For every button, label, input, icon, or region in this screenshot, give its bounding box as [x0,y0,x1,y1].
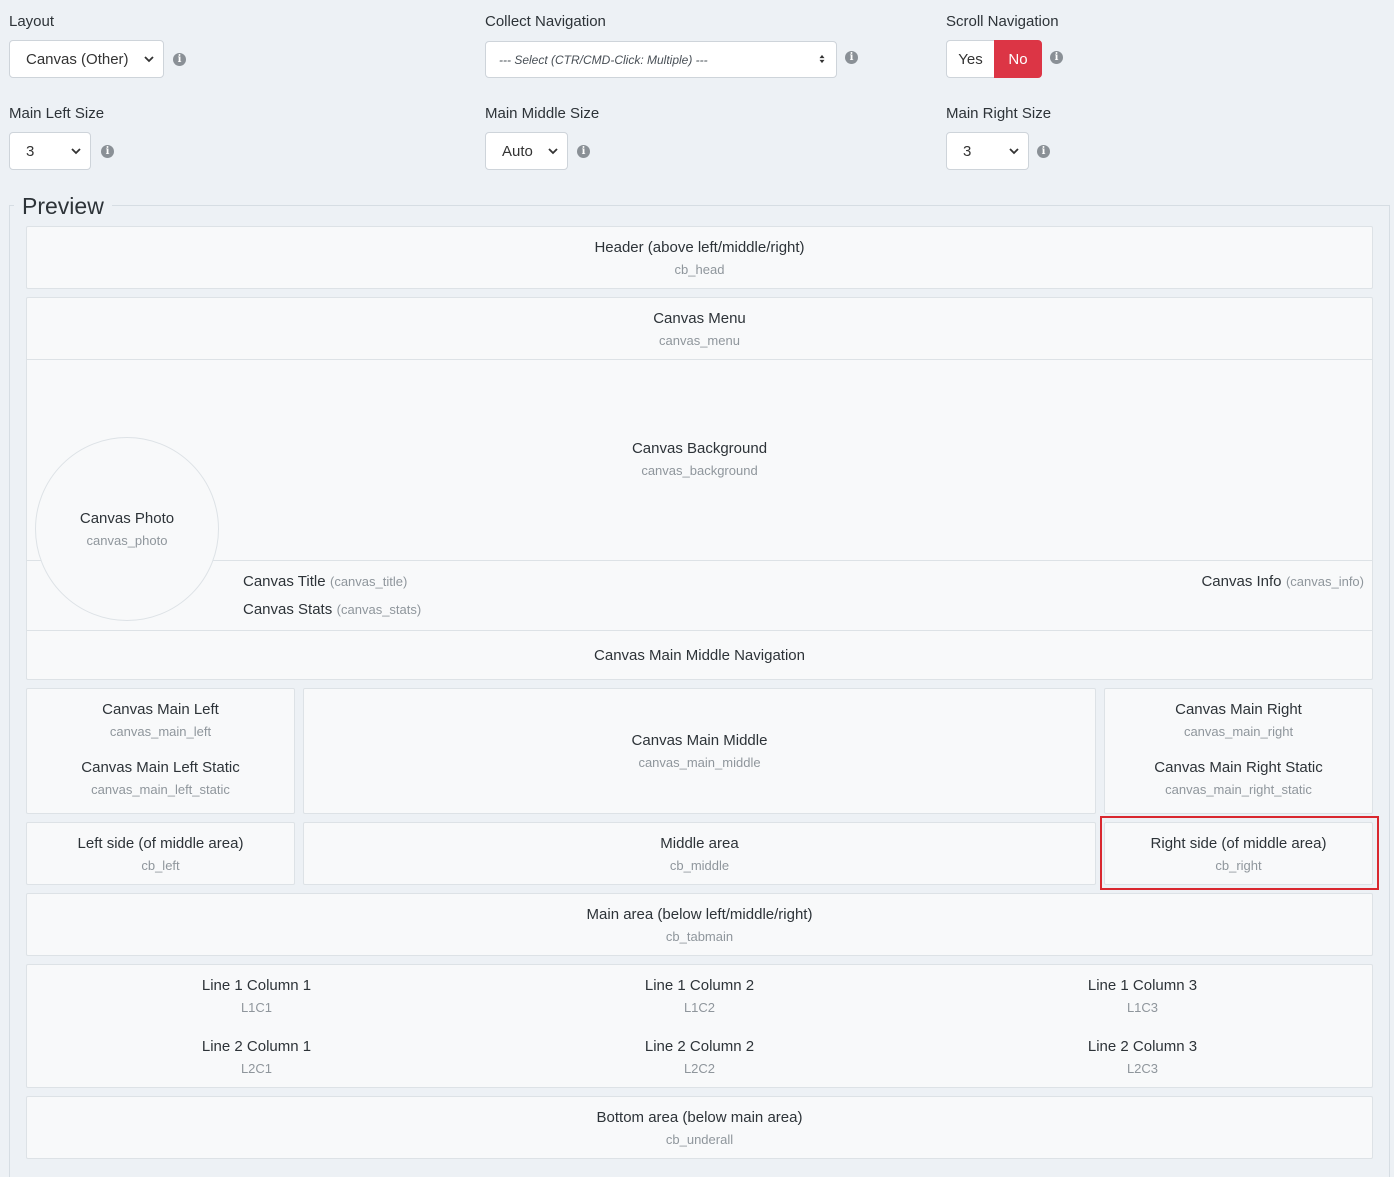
main-left-size-value: 3 [26,142,35,160]
info-icon[interactable]: i [101,145,114,158]
info-icon[interactable]: i [845,51,858,64]
canvas-main-middle-sub: canvas_main_middle [638,755,761,770]
right-side-title: Right side (of middle area) [1150,835,1327,852]
header-area: Header (above left/middle/right) cb_head [26,226,1373,289]
left-side-sub: cb_left [141,858,180,873]
canvas-main-right-static-sub: canvas_main_right_static [1165,782,1312,797]
canvas-info: Canvas Info (canvas_info) [1201,573,1364,591]
main-left-size-select[interactable]: 3 [9,132,91,170]
canvas-main-left-sub: canvas_main_left [109,724,212,739]
middle-area-title: Middle area [660,835,739,852]
grid-cell-title: Line 2 Column 3 [1087,1038,1198,1055]
main-middle-size-label: Main Middle Size [485,105,600,122]
canvas-main-left-static-sub: canvas_main_left_static [91,782,230,797]
info-icon[interactable]: i [173,53,186,66]
canvas-photo-title: Canvas Photo [79,510,175,527]
canvas-main-left-title: Canvas Main Left [102,701,219,718]
header-area-sub: cb_head [674,262,725,277]
grid-cell-title: Line 1 Column 3 [1087,977,1198,994]
layout-select[interactable]: Canvas (Other) [9,40,164,78]
chevron-down-icon [71,148,81,155]
main-area-title: Main area (below left/middle/right) [586,906,813,923]
middle-area: Middle area cb_middle [303,822,1096,885]
canvas-main-middle-navigation-title: Canvas Main Middle Navigation [594,647,805,664]
canvas-menu-sub: canvas_menu [659,333,740,348]
grid-cell-l2c3: Line 2 Column 3 L2C3 [913,1026,1372,1088]
info-icon[interactable]: i [1037,145,1050,158]
grid-cell-sub: L2C1 [240,1061,273,1076]
canvas-title-label: Canvas Title [243,573,326,590]
canvas-main-left: Canvas Main Left canvas_main_left Canvas… [26,688,295,814]
collect-navigation-select[interactable]: --- Select (CTR/CMD-Click: Multiple) --- [485,41,837,78]
canvas-stats-label: Canvas Stats [243,601,333,618]
canvas-main-right-title: Canvas Main Right [1175,701,1302,718]
line-column-grid: Line 1 Column 1 L1C1 Line 1 Column 2 L1C2 … [26,964,1373,1088]
main-left-size-label: Main Left Size [9,105,105,122]
canvas-menu: Canvas Menu canvas_menu [27,298,1372,360]
canvas-photo-sub: canvas_photo [86,533,168,548]
grid-cell-sub: L1C1 [240,1000,273,1015]
bottom-area: Bottom area (below main area) cb_underal… [26,1096,1373,1159]
canvas-menu-title: Canvas Menu [653,310,746,327]
canvas-main-right-static-title: Canvas Main Right Static [1154,759,1323,776]
chevron-down-icon [144,56,154,63]
grid-cell-title: Line 2 Column 1 [201,1038,312,1055]
grid-cell-title: Line 2 Column 2 [644,1038,755,1055]
canvas-photo: Canvas Photo canvas_photo [35,437,219,621]
canvas-stats-sub: (canvas_stats) [336,602,422,617]
canvas-main-middle-navigation: Canvas Main Middle Navigation [27,630,1372,680]
grid-cell-sub: L1C3 [1126,1000,1159,1015]
bottom-area-sub: cb_underall [665,1132,734,1147]
canvas-title-sub: (canvas_title) [330,574,408,589]
canvas-background-title: Canvas Background [631,440,768,457]
canvas-background-sub: canvas_background [641,463,758,478]
collect-navigation-select-value: --- Select (CTR/CMD-Click: Multiple) --- [499,52,708,67]
collect-navigation-label: Collect Navigation [485,13,606,30]
info-icon[interactable]: i [577,145,590,158]
canvas-main-right: Canvas Main Right canvas_main_right Canv… [1104,688,1373,814]
layout-label: Layout [9,13,55,30]
preview-legend: Preview [14,193,112,220]
info-icon[interactable]: i [1050,51,1063,64]
chevron-down-icon [1009,148,1019,155]
scroll-navigation-yes-button[interactable]: Yes [946,40,994,78]
scroll-navigation-label: Scroll Navigation [946,13,1059,30]
canvas-main-middle-title: Canvas Main Middle [631,732,768,749]
grid-cell-l2c2: Line 2 Column 2 L2C2 [470,1026,929,1088]
canvas-main-middle: Canvas Main Middle canvas_main_middle [303,688,1096,814]
scroll-navigation-no-button[interactable]: No [994,40,1042,78]
canvas-main-right-sub: canvas_main_right [1183,724,1294,739]
main-area-sub: cb_tabmain [665,929,734,944]
canvas-info-sub: (canvas_info) [1285,574,1364,589]
sort-arrows-icon [819,54,825,64]
chevron-down-icon [548,148,558,155]
main-middle-size-select[interactable]: Auto [485,132,568,170]
left-side-title: Left side (of middle area) [77,835,244,852]
middle-area-sub: cb_middle [669,858,730,873]
canvas-main-left-static-title: Canvas Main Left Static [81,759,240,776]
bottom-area-title: Bottom area (below main area) [596,1109,803,1126]
canvas-background: Canvas Background canvas_background [27,360,1372,561]
main-area: Main area (below left/middle/right) cb_t… [26,893,1373,956]
scroll-navigation-toggle: Yes No [946,40,1042,78]
canvas-title: Canvas Title (canvas_title) [243,573,407,591]
right-side-sub: cb_right [1215,858,1262,873]
grid-cell-sub: L1C2 [683,1000,716,1015]
main-right-size-select[interactable]: 3 [946,132,1029,170]
left-side-area: Left side (of middle area) cb_left [26,822,295,885]
canvas-info-label: Canvas Info [1201,573,1282,590]
canvas-stats: Canvas Stats (canvas_stats) [243,601,421,619]
layout-select-value: Canvas (Other) [26,50,129,68]
main-right-size-value: 3 [963,142,972,160]
canvas-area: Canvas Menu canvas_menu Canvas Backgroun… [26,297,1373,680]
grid-cell-l2c1: Line 2 Column 1 L2C1 [27,1026,486,1088]
grid-cell-sub: L2C3 [1126,1061,1159,1076]
main-right-size-label: Main Right Size [946,105,1052,122]
grid-cell-title: Line 1 Column 1 [201,977,312,994]
main-middle-size-value: Auto [502,142,533,160]
header-area-title: Header (above left/middle/right) [594,239,805,256]
right-side-area: Right side (of middle area) cb_right [1104,822,1373,885]
grid-cell-title: Line 1 Column 2 [644,977,755,994]
grid-cell-sub: L2C2 [683,1061,716,1076]
